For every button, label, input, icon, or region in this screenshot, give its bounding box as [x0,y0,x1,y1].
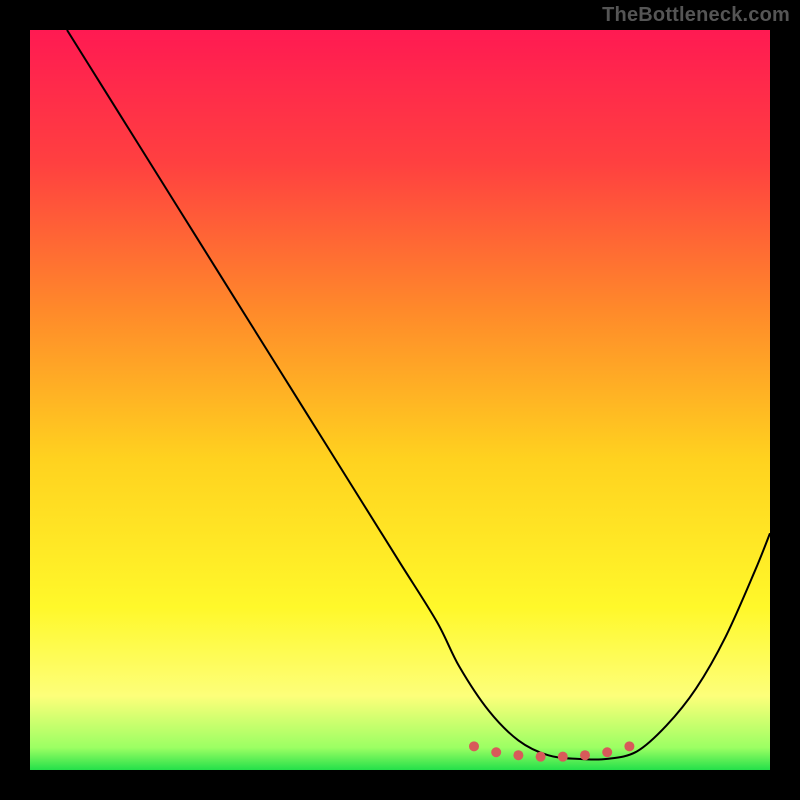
minimum-marker-dot [536,752,546,762]
watermark-text: TheBottleneck.com [602,4,790,27]
minimum-marker-dot [624,741,634,751]
plot-svg [30,30,770,770]
chart-frame: TheBottleneck.com [0,0,800,800]
minimum-marker-dot [491,747,501,757]
minimum-marker-dot [602,747,612,757]
minimum-marker-dot [513,750,523,760]
minimum-marker-dot [469,741,479,751]
gradient-background [30,30,770,770]
minimum-marker-dot [580,750,590,760]
minimum-marker-dot [558,752,568,762]
plot-area [30,30,770,770]
